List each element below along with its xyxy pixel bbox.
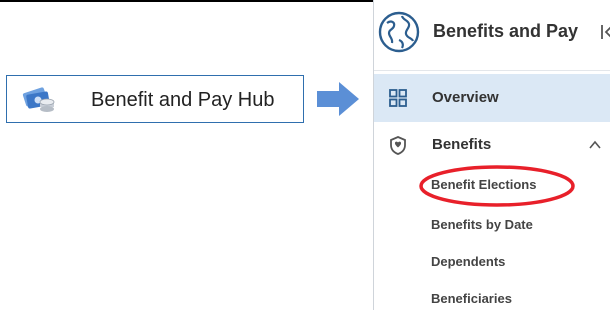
nav-item-benefits[interactable]: Benefits (374, 126, 610, 166)
chevron-up-icon[interactable] (589, 139, 601, 151)
right-arrow-icon (317, 82, 359, 116)
shield-icon (390, 136, 406, 155)
subnav-item-benefit-elections[interactable]: Benefit Elections (431, 177, 536, 192)
benefits-and-pay-panel: Benefits and Pay Overview Benefits Benef… (373, 0, 610, 310)
panel-title: Benefits and Pay (433, 21, 579, 41)
subnav-item-beneficiaries[interactable]: Beneficiaries (431, 291, 512, 306)
money-icon (22, 87, 55, 112)
subnav-item-dependents[interactable]: Dependents (431, 254, 505, 269)
grid-icon (389, 89, 407, 107)
globe-icon (378, 11, 420, 53)
benefit-and-pay-hub-tile[interactable]: Benefit and Pay Hub (6, 75, 304, 123)
hub-label: Benefit and Pay Hub (91, 89, 275, 111)
nav-item-overview[interactable]: Overview (374, 74, 610, 122)
nav-item-label: Benefits (432, 136, 492, 153)
nav-item-label: Overview (432, 89, 499, 106)
collapse-panel-icon[interactable] (600, 22, 610, 42)
panel-header: Benefits and Pay (374, 0, 610, 71)
subnav-item-benefits-by-date[interactable]: Benefits by Date (431, 217, 533, 232)
